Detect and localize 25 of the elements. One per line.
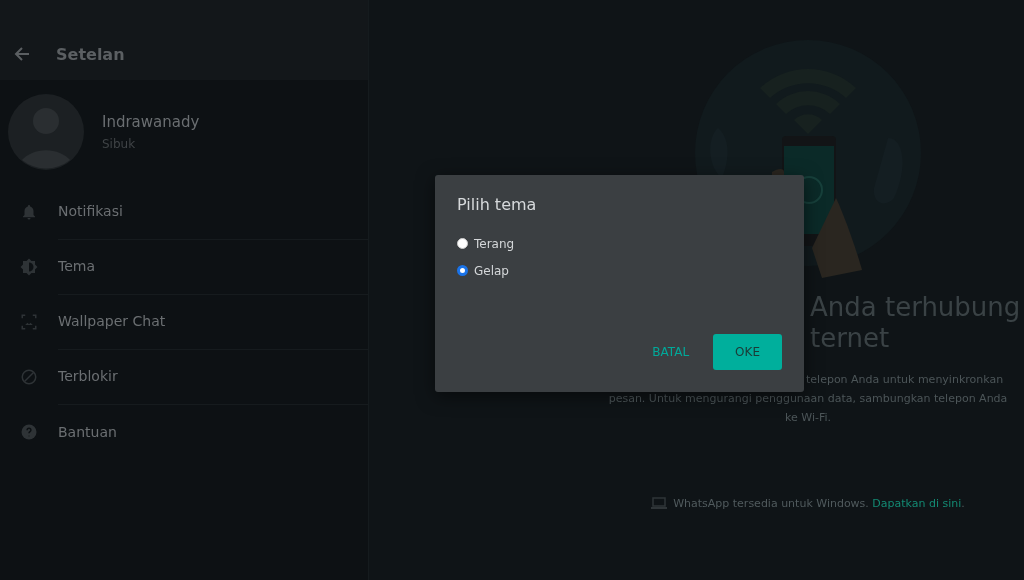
settings-item[interactable]: Bantuan (58, 404, 368, 459)
bell-icon (20, 202, 38, 221)
profile-name: Indrawanady (102, 113, 200, 131)
back-arrow-icon[interactable] (14, 46, 30, 62)
ok-button[interactable]: OKE (713, 334, 782, 370)
wallpaper-icon (20, 312, 38, 331)
option-label[interactable]: Terang (474, 236, 515, 251)
connection-description: telepon Anda untuk menyinkronkan (806, 372, 1004, 388)
settings-item[interactable]: Tema (58, 238, 368, 295)
radio-button[interactable] (457, 265, 468, 276)
windows-availability-text: WhatsApp tersedia untuk Windows. Dapatkan di sini. (673, 497, 965, 510)
connection-description: ke Wi-Fi. (785, 410, 831, 426)
cancel-button[interactable]: BATAL (652, 334, 690, 370)
option-label[interactable]: Gelap (474, 263, 509, 278)
settings-title: Setelan (56, 44, 125, 64)
brightness-icon (20, 257, 38, 276)
block-icon (20, 367, 38, 386)
radio-button[interactable] (457, 238, 468, 249)
laptop-icon (651, 497, 668, 510)
settings-item[interactable]: Terblokir (58, 348, 368, 405)
help-icon (20, 422, 38, 441)
connection-description: pesan. Untuk mengurangi penggunaan data, sambungkan telepon Anda (608, 391, 1008, 407)
dialog-title: Pilih tema (457, 195, 538, 214)
settings-item[interactable]: Wallpaper Chat (58, 293, 368, 350)
settings-item[interactable]: Notifikasi (58, 183, 368, 240)
